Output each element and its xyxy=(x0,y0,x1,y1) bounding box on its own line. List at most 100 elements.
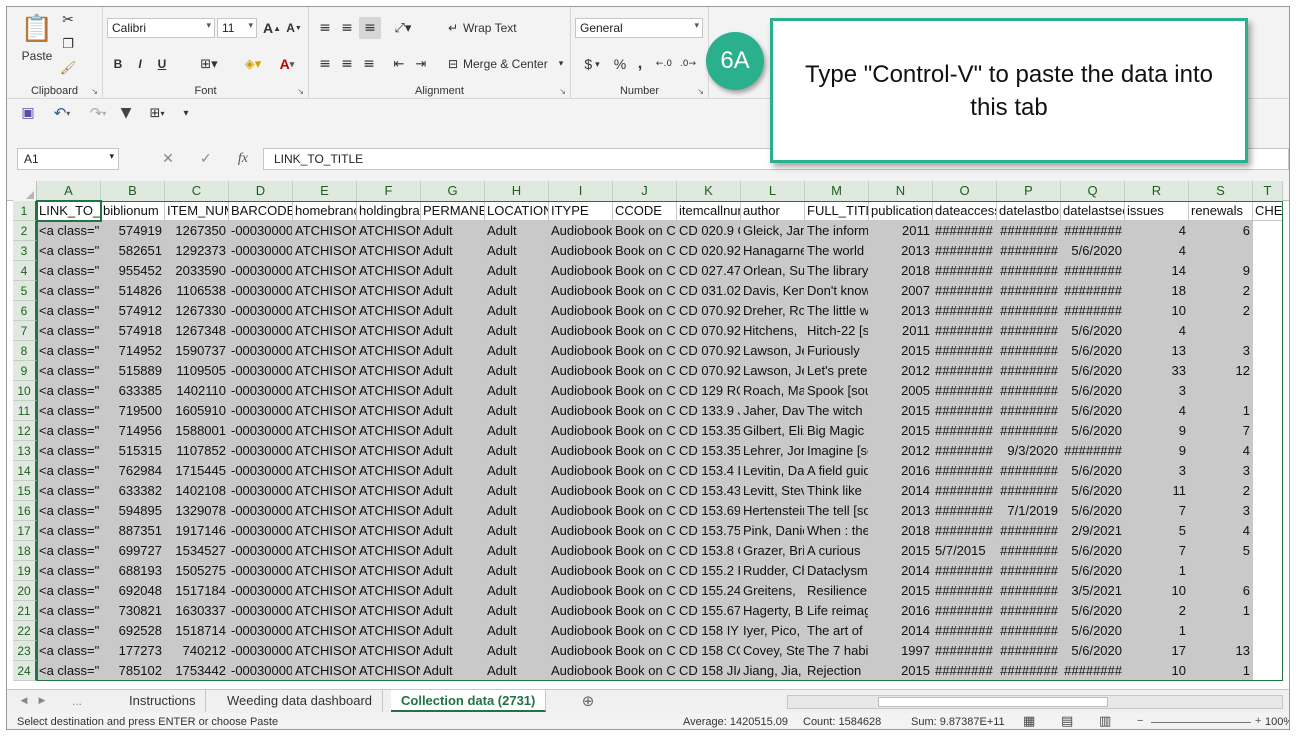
table-cell[interactable]: 714956 xyxy=(101,421,165,441)
table-cell[interactable]: Jiang, Jia, xyxy=(741,661,805,681)
table-cell[interactable]: ######## xyxy=(933,601,997,621)
form-icon[interactable]: ⊞ ▾ xyxy=(141,104,173,122)
table-cell[interactable]: <a class=" xyxy=(37,601,101,621)
table-cell[interactable]: Book on CD xyxy=(613,521,677,541)
row-header-4[interactable]: 4 xyxy=(13,261,37,281)
table-cell[interactable]: 7/1/2019 xyxy=(997,501,1061,521)
column-header-p[interactable]: P xyxy=(997,181,1061,201)
table-cell[interactable]: ATCHISON xyxy=(293,261,357,281)
table-cell[interactable]: 5/6/2020 xyxy=(1061,641,1125,661)
table-cell[interactable]: 10 xyxy=(1125,581,1189,601)
column-header-q[interactable]: Q xyxy=(1061,181,1125,201)
table-cell[interactable]: ATCHISON xyxy=(357,401,421,421)
table-cell[interactable]: 1 xyxy=(1125,621,1189,641)
table-cell[interactable]: 699727 xyxy=(101,541,165,561)
column-header-d[interactable]: D xyxy=(229,181,293,201)
table-cell[interactable]: 3 xyxy=(1189,501,1253,521)
table-cell[interactable]: 1267350 xyxy=(165,221,229,241)
table-cell[interactable]: ATCHISON xyxy=(293,561,357,581)
table-cell[interactable]: <a class=" xyxy=(37,221,101,241)
table-cell[interactable]: 2 xyxy=(1189,481,1253,501)
table-cell[interactable]: 2 xyxy=(1125,601,1189,621)
table-cell[interactable]: Adult xyxy=(485,441,549,461)
table-cell[interactable]: ######## xyxy=(933,361,997,381)
table-cell[interactable]: 2007 xyxy=(869,281,933,301)
wrap-text-icon[interactable]: ↵ xyxy=(445,19,461,37)
table-cell[interactable]: Audiobook xyxy=(549,621,613,641)
header-cell[interactable]: author xyxy=(741,201,805,221)
table-cell[interactable]: ######## xyxy=(997,621,1061,641)
zoom-out-button[interactable]: − xyxy=(1137,715,1143,727)
table-cell[interactable]: 9 xyxy=(1125,421,1189,441)
row-header-6[interactable]: 6 xyxy=(13,301,37,321)
table-cell[interactable]: Hagerty, Barbara xyxy=(741,601,805,621)
table-cell[interactable]: Audiobook xyxy=(549,441,613,461)
tab-collection-data[interactable]: Collection data (2731) xyxy=(391,690,547,712)
table-cell[interactable]: Book on CD xyxy=(613,601,677,621)
insert-function-icon[interactable]: fx xyxy=(238,151,248,167)
tab-overflow-ellipsis[interactable]: ... xyxy=(57,693,97,709)
table-cell[interactable]: ######## xyxy=(933,461,997,481)
table-cell[interactable]: 5/6/2020 xyxy=(1061,341,1125,361)
spreadsheet-grid[interactable]: ABCDEFGHIJKLMNOPQRST1LINK_TO_TITLEbiblio… xyxy=(7,181,1289,689)
table-cell[interactable]: Audiobook xyxy=(549,381,613,401)
table-cell[interactable]: Hanagarne xyxy=(741,241,805,261)
row-header-19[interactable]: 19 xyxy=(13,561,37,581)
table-cell[interactable]: Adult xyxy=(485,661,549,681)
table-cell[interactable]: Adult xyxy=(421,381,485,401)
table-cell[interactable]: Audiobook xyxy=(549,481,613,501)
alignment-launcher-icon[interactable]: ↘ xyxy=(559,87,566,96)
table-cell[interactable]: ATCHISON xyxy=(357,321,421,341)
table-cell[interactable]: 514826 xyxy=(101,281,165,301)
table-cell[interactable]: -00030000 xyxy=(229,321,293,341)
table-cell[interactable]: Adult xyxy=(485,521,549,541)
table-cell[interactable]: Dataclysm xyxy=(805,561,869,581)
table-cell[interactable]: CD 153.75 xyxy=(677,521,741,541)
header-cell[interactable]: BARCODE xyxy=(229,201,293,221)
table-cell[interactable]: Audiobook xyxy=(549,301,613,321)
table-cell[interactable]: Gleick, James xyxy=(741,221,805,241)
table-cell[interactable]: Audiobook xyxy=(549,261,613,281)
row-header-21[interactable]: 21 xyxy=(13,601,37,621)
table-cell[interactable]: ######## xyxy=(933,241,997,261)
table-cell[interactable]: CD 070.92 xyxy=(677,341,741,361)
table-cell[interactable]: Adult xyxy=(485,321,549,341)
table-cell[interactable]: The tell [sound xyxy=(805,501,869,521)
horizontal-scrollbar[interactable] xyxy=(787,695,1283,709)
table-cell[interactable]: 1402108 xyxy=(165,481,229,501)
table-cell[interactable]: 1292373 xyxy=(165,241,229,261)
table-cell[interactable]: <a class=" xyxy=(37,521,101,541)
font-name-combo[interactable]: Calibri ▾ xyxy=(107,18,215,38)
column-header-l[interactable]: L xyxy=(741,181,805,201)
table-cell[interactable]: Adult xyxy=(421,601,485,621)
table-cell[interactable]: 1107852 xyxy=(165,441,229,461)
table-cell[interactable]: Adult xyxy=(485,261,549,281)
row-header-14[interactable]: 14 xyxy=(13,461,37,481)
column-header-i[interactable]: I xyxy=(549,181,613,201)
table-cell[interactable]: 5/6/2020 xyxy=(1061,361,1125,381)
zoom-in-button[interactable]: + xyxy=(1255,715,1261,727)
table-cell[interactable]: 1630337 xyxy=(165,601,229,621)
table-cell[interactable]: Adult xyxy=(421,401,485,421)
table-cell[interactable]: Adult xyxy=(421,621,485,641)
fill-color-icon[interactable]: ◈▾ xyxy=(239,55,267,73)
increase-decimal-icon[interactable]: ←.0 xyxy=(653,55,675,73)
row-header-24[interactable]: 24 xyxy=(13,661,37,681)
align-left-icon[interactable]: ≡ xyxy=(315,55,335,73)
header-cell[interactable]: issues xyxy=(1125,201,1189,221)
table-cell[interactable]: Book on CD xyxy=(613,381,677,401)
cut-icon[interactable]: ✂ xyxy=(59,11,77,29)
table-cell[interactable]: Iyer, Pico, xyxy=(741,621,805,641)
table-cell[interactable]: <a class=" xyxy=(37,281,101,301)
table-cell[interactable]: Book on CD xyxy=(613,361,677,381)
table-cell[interactable]: Book on CD xyxy=(613,661,677,681)
table-cell[interactable]: ATCHISON xyxy=(357,461,421,481)
table-cell[interactable]: ######## xyxy=(933,401,997,421)
table-cell[interactable]: 2018 xyxy=(869,521,933,541)
table-cell[interactable]: CD 155.67 xyxy=(677,601,741,621)
table-cell[interactable]: ######## xyxy=(997,481,1061,501)
table-cell[interactable]: Adult xyxy=(421,341,485,361)
table-cell[interactable]: 9 xyxy=(1125,441,1189,461)
table-cell[interactable]: 1267330 xyxy=(165,301,229,321)
table-cell[interactable]: -00030000 xyxy=(229,581,293,601)
